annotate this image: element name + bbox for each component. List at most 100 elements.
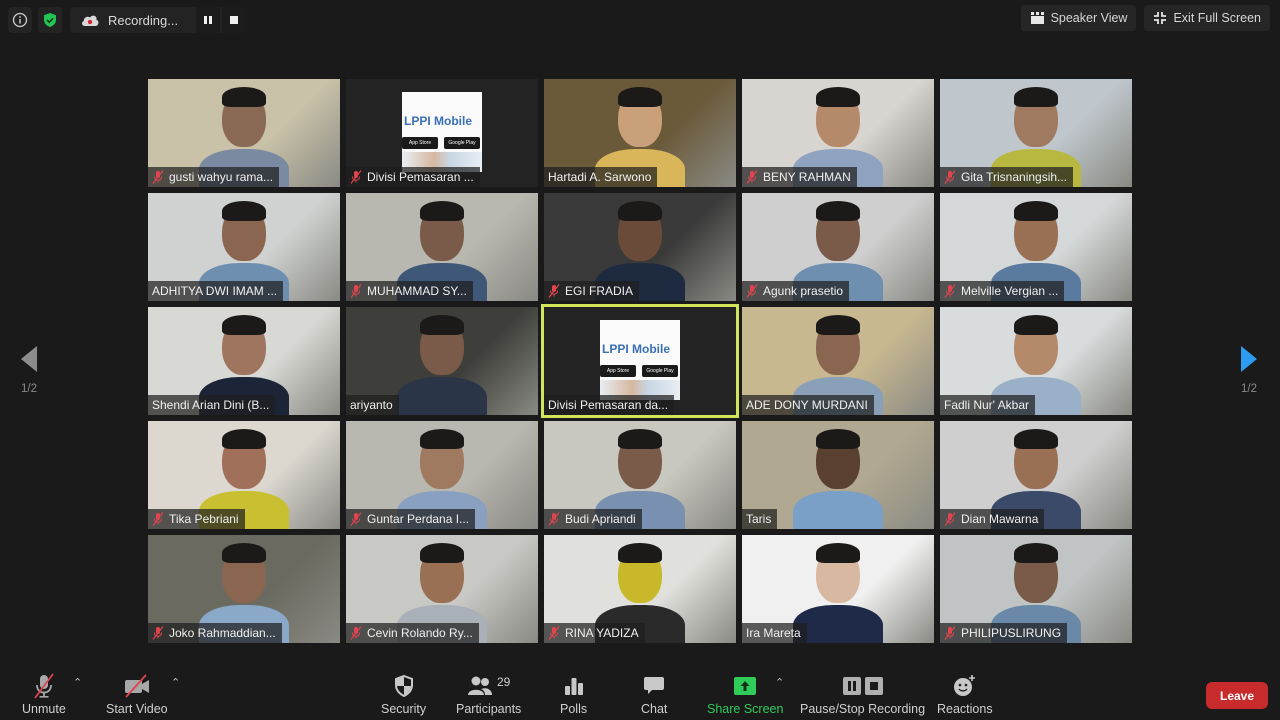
participant-tile[interactable]: Guntar Perdana I... (346, 421, 538, 529)
stop-recording-button[interactable] (222, 7, 247, 33)
recording-indicator: Recording... (70, 7, 247, 33)
participant-tile[interactable]: Melville Vergian ... (940, 193, 1132, 301)
participant-tile[interactable]: Agunk prasetio (742, 193, 934, 301)
share-screen-button[interactable]: Share Screen (707, 672, 783, 716)
microphone-muted-icon (350, 284, 362, 298)
triangle-left-icon (21, 346, 37, 372)
unmute-button[interactable]: Unmute (22, 672, 66, 716)
participant-name: gusti wahyu rama... (169, 170, 274, 184)
speaker-view-button[interactable]: Speaker View (1020, 5, 1137, 31)
share-options-caret[interactable]: ⌃ (775, 676, 784, 689)
participant-name-tag: Melville Vergian ... (940, 281, 1065, 301)
pause-stop-recording-button[interactable]: Pause/Stop Recording (800, 672, 925, 716)
participant-name-tag: Guntar Perdana I... (346, 509, 476, 529)
participant-tile[interactable]: Shendi Arian Dini (B... (148, 307, 340, 415)
participant-name-tag: PHILIPUSLIRUNG (940, 623, 1068, 643)
top-right-controls: Speaker View Exit Full Screen (1020, 5, 1270, 31)
microphone-muted-icon (152, 170, 164, 184)
microphone-muted-icon (746, 284, 758, 298)
participant-name: Ira Mareta (746, 626, 801, 640)
participant-name-tag: Hartadi A. Sarwono (544, 167, 658, 187)
participant-name-tag: MUHAMMAD SY... (346, 281, 473, 301)
participant-name: Tika Pebriani (169, 512, 239, 526)
pause-icon (204, 16, 213, 24)
reactions-smiley-icon (953, 675, 975, 696)
participant-tile[interactable]: RINA YADIZA (544, 535, 736, 643)
audio-options-caret[interactable]: ⌃ (73, 676, 82, 689)
participant-tile[interactable]: MUHAMMAD SY... (346, 193, 538, 301)
encryption-badge[interactable] (38, 7, 62, 33)
participant-tile[interactable]: Fadli Nur' Akbar (940, 307, 1132, 415)
participant-name: ariyanto (350, 398, 393, 412)
participant-tile[interactable]: ADE DONY MURDANI (742, 307, 934, 415)
meeting-info-button[interactable] (8, 7, 32, 33)
participant-tile[interactable]: ariyanto (346, 307, 538, 415)
shield-icon (394, 674, 413, 698)
participant-tile[interactable]: Joko Rahmaddian... (148, 535, 340, 643)
chat-label: Chat (641, 702, 668, 716)
participant-tile[interactable]: Hartadi A. Sarwono (544, 79, 736, 187)
participant-name: Guntar Perdana I... (367, 512, 470, 526)
participant-tile[interactable]: gusti wahyu rama... (148, 79, 340, 187)
stop-icon (230, 16, 239, 24)
participant-name: Joko Rahmaddian... (169, 626, 276, 640)
previous-page-button[interactable]: 1/2 (14, 345, 44, 395)
microphone-muted-icon (944, 626, 956, 640)
participant-name-tag: Gita Trisnaningsih... (940, 167, 1074, 187)
participant-tile[interactable]: Tika Pebriani (148, 421, 340, 529)
participant-name: Agunk prasetio (763, 284, 844, 298)
participant-name: Shendi Arian Dini (B... (152, 398, 270, 412)
participant-tile[interactable]: Ira Mareta (742, 535, 934, 643)
participant-name: MUHAMMAD SY... (367, 284, 467, 298)
participant-tile[interactable]: LPPI Mobile App Store Google Play Divisi Pe… (346, 79, 538, 187)
pause-stop-recording-label: Pause/Stop Recording (800, 702, 926, 716)
gallery-grid: gusti wahyu rama... LPPI Mobile App Store G… (148, 79, 1132, 643)
video-camera-off-icon (124, 674, 149, 698)
participant-name: PHILIPUSLIRUNG (961, 626, 1062, 640)
participant-tile[interactable]: ADHITYA DWI IMAM ... (148, 193, 340, 301)
next-page-button[interactable]: 1/2 (1234, 345, 1264, 395)
start-video-button[interactable]: Start Video (106, 672, 168, 716)
microphone-muted-icon (152, 626, 164, 640)
reactions-label: Reactions (937, 702, 993, 716)
microphone-muted-icon (944, 170, 956, 184)
reactions-button[interactable]: Reactions (937, 672, 993, 716)
lppi-mobile-logo: LPPI Mobile App Store Google Play (600, 320, 680, 400)
participant-tile[interactable]: Dian Mawarna (940, 421, 1132, 529)
polls-label: Polls (560, 702, 588, 716)
participant-name-tag: Divisi Pemasaran da... (544, 395, 675, 415)
recording-label: Recording... (108, 12, 179, 28)
participant-name: RINA YADIZA (565, 626, 639, 640)
participant-tile[interactable]: BENY RAHMAN (742, 79, 934, 187)
participant-tile[interactable]: EGI FRADIA (544, 193, 736, 301)
video-options-caret[interactable]: ⌃ (171, 676, 180, 689)
lppi-logo-title: LPPI Mobile (404, 114, 473, 128)
participant-tile[interactable]: Taris (742, 421, 934, 529)
security-button[interactable]: Security (381, 672, 426, 716)
participant-name: EGI FRADIA (565, 284, 634, 298)
participant-name-tag: Taris (742, 509, 778, 529)
chat-button[interactable]: Chat (641, 672, 667, 716)
leave-button[interactable]: Leave (1206, 682, 1268, 709)
pause-icon (842, 677, 861, 695)
exit-full-screen-icon (1154, 12, 1167, 24)
participant-tile[interactable]: Cevin Rolando Ry... (346, 535, 538, 643)
microphone-muted-icon (350, 626, 362, 640)
polls-button[interactable]: Polls (560, 672, 587, 716)
stop-icon (864, 677, 883, 695)
security-label: Security (381, 702, 427, 716)
participant-name: Fadli Nur' Akbar (944, 398, 1029, 412)
participant-name: Melville Vergian ... (961, 284, 1059, 298)
participant-tile[interactable]: Gita Trisnaningsih... (940, 79, 1132, 187)
participant-name: Budi Apriandi (565, 512, 636, 526)
participant-tile[interactable]: Budi Apriandi (544, 421, 736, 529)
share-screen-label: Share Screen (707, 702, 784, 716)
participant-tile[interactable]: PHILIPUSLIRUNG (940, 535, 1132, 643)
speaker-view-label: Speaker View (1050, 11, 1128, 25)
pause-recording-button[interactable] (196, 7, 221, 33)
exit-full-screen-button[interactable]: Exit Full Screen (1144, 5, 1270, 31)
participant-name: Cevin Rolando Ry... (367, 626, 473, 640)
participant-tile[interactable]: LPPI Mobile App Store Google Play Divisi Pe… (541, 304, 739, 418)
google-play-badge: Google Play (444, 137, 480, 149)
participants-button[interactable]: 29 Participants (456, 672, 521, 716)
